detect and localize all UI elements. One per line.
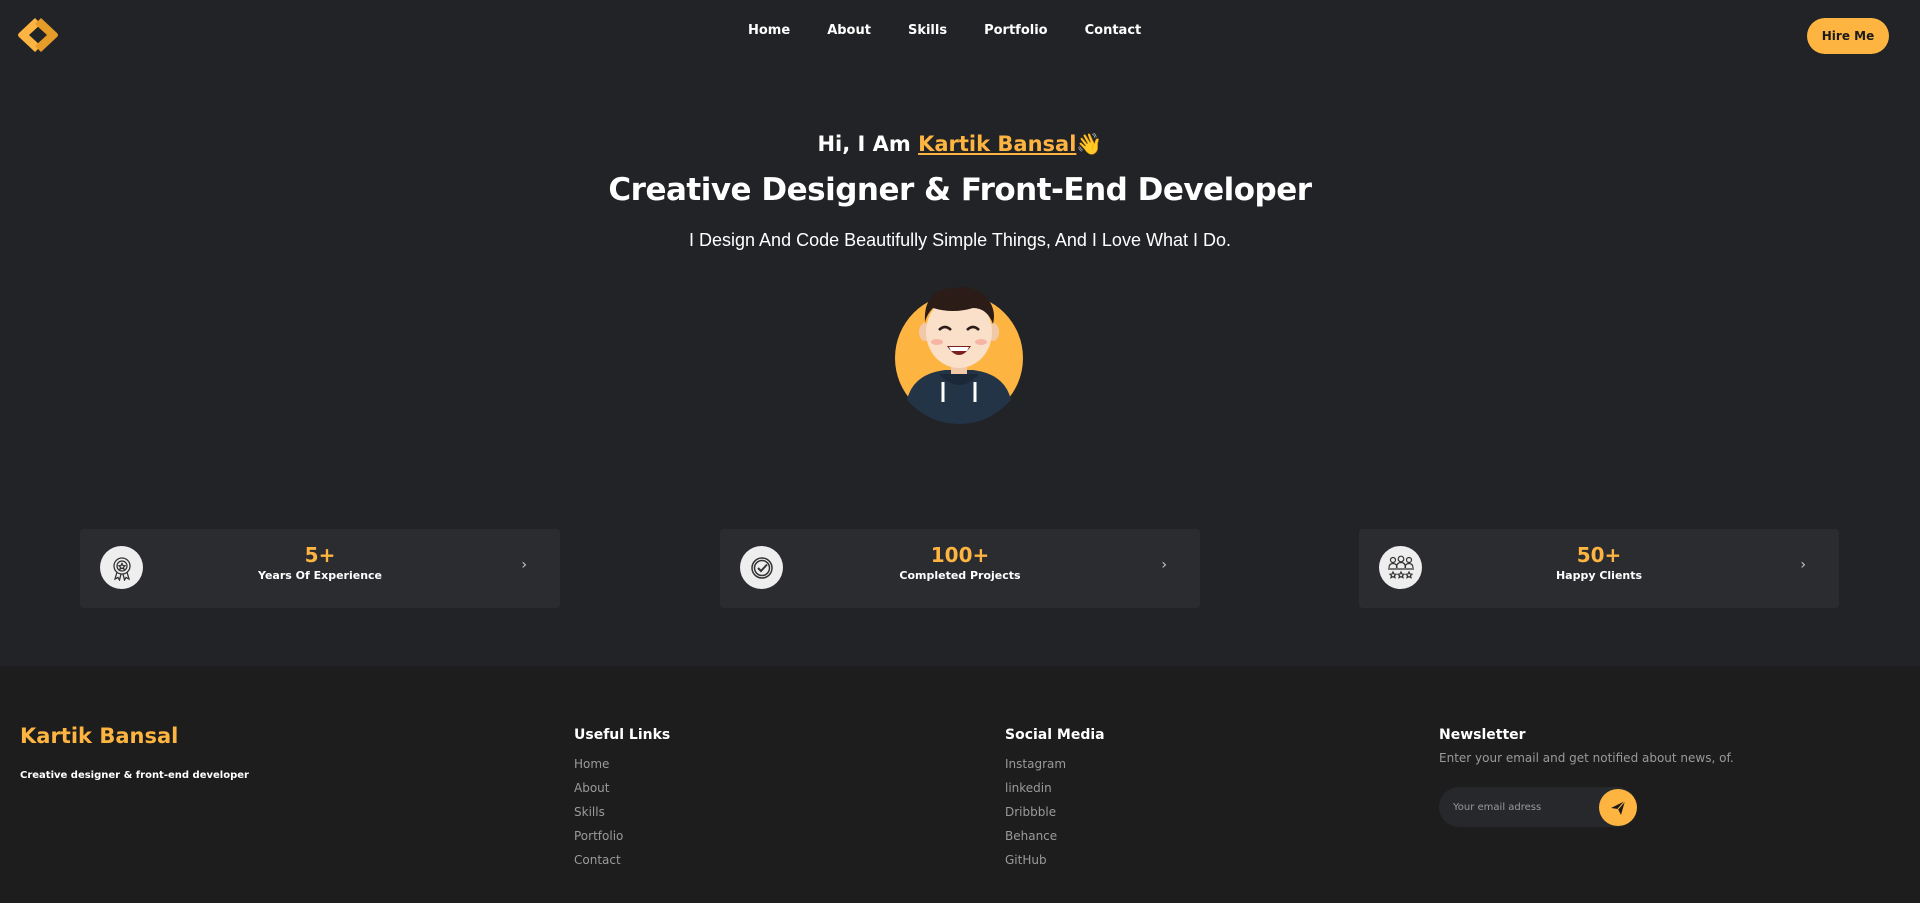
stat-value: 100+ — [930, 543, 990, 567]
social-media: Social Media Instagram linkedin Dribbble… — [1005, 727, 1105, 877]
social-media-heading: Social Media — [1005, 727, 1105, 743]
newsletter-form — [1439, 787, 1637, 827]
newsletter-heading: Newsletter — [1439, 727, 1526, 743]
logo-icon[interactable] — [15, 16, 61, 54]
stat-value: 5+ — [304, 543, 336, 567]
avatar — [895, 287, 1023, 424]
social-link-instagram[interactable]: Instagram — [1005, 757, 1105, 781]
hero-name-link[interactable]: Kartik Bansal — [918, 132, 1076, 156]
stat-value: 50+ — [1576, 543, 1622, 567]
footer-link-portfolio[interactable]: Portfolio — [574, 829, 670, 853]
footer-link-contact[interactable]: Contact — [574, 853, 670, 877]
newsletter-description: Enter your email and get notified about … — [1439, 751, 1734, 765]
footer-link-skills[interactable]: Skills — [574, 805, 670, 829]
hire-me-button[interactable]: Hire Me — [1807, 18, 1889, 54]
newsletter-submit-button[interactable] — [1599, 789, 1637, 826]
hero-title: Creative Designer & Front-End Developer — [608, 172, 1312, 208]
useful-links-heading: Useful Links — [574, 727, 671, 743]
stat-card-clients[interactable]: 50+ Happy Clients › — [1359, 529, 1839, 608]
check-circle-icon — [740, 546, 783, 589]
hero-subtitle: I Design And Code Beautifully Simple Thi… — [689, 230, 1231, 250]
useful-links: Useful Links Home About Skills Portfolio… — [574, 727, 670, 877]
chevron-right-icon[interactable]: › — [1800, 557, 1806, 573]
nav-link-portfolio[interactable]: Portfolio — [984, 23, 1048, 38]
footer: Kartik Bansal Creative designer & front-… — [0, 666, 1920, 903]
stat-card-projects[interactable]: 100+ Completed Projects › — [720, 529, 1200, 608]
social-link-behance[interactable]: Behance — [1005, 829, 1105, 853]
stat-label: Completed Projects — [899, 569, 1021, 582]
social-link-dribbble[interactable]: Dribbble — [1005, 805, 1105, 829]
send-icon — [1611, 800, 1626, 815]
award-icon — [100, 546, 143, 589]
stat-label: Years Of Experience — [257, 569, 383, 582]
footer-link-home[interactable]: Home — [574, 757, 670, 781]
greeting-prefix: Hi, I Am — [817, 132, 919, 156]
hero-greeting: Hi, I Am Kartik Bansal👋 — [0, 132, 1920, 157]
top-nav: Home About Skills Portfolio Contact Hire… — [0, 0, 1920, 70]
newsletter-email-input[interactable] — [1453, 798, 1593, 816]
nav-link-about[interactable]: About — [827, 23, 871, 38]
stat-label: Happy Clients — [1555, 569, 1643, 582]
nav-links: Home About Skills Portfolio Contact — [748, 23, 1178, 38]
stat-card-experience[interactable]: 5+ Years Of Experience › — [80, 529, 560, 608]
wave-icon: 👋 — [1076, 132, 1103, 156]
newsletter: Newsletter Enter your email and get noti… — [1439, 727, 1859, 857]
nav-link-skills[interactable]: Skills — [908, 23, 947, 38]
footer-tagline: Creative designer & front-end developer — [20, 770, 249, 781]
social-link-github[interactable]: GitHub — [1005, 853, 1105, 877]
nav-link-home[interactable]: Home — [748, 23, 790, 38]
social-link-linkedin[interactable]: linkedin — [1005, 781, 1105, 805]
footer-link-about[interactable]: About — [574, 781, 670, 805]
chevron-right-icon[interactable]: › — [1161, 557, 1167, 573]
chevron-right-icon[interactable]: › — [521, 557, 527, 573]
users-icon — [1379, 546, 1422, 589]
footer-brand: Kartik Bansal — [20, 724, 179, 748]
nav-link-contact[interactable]: Contact — [1085, 23, 1142, 38]
